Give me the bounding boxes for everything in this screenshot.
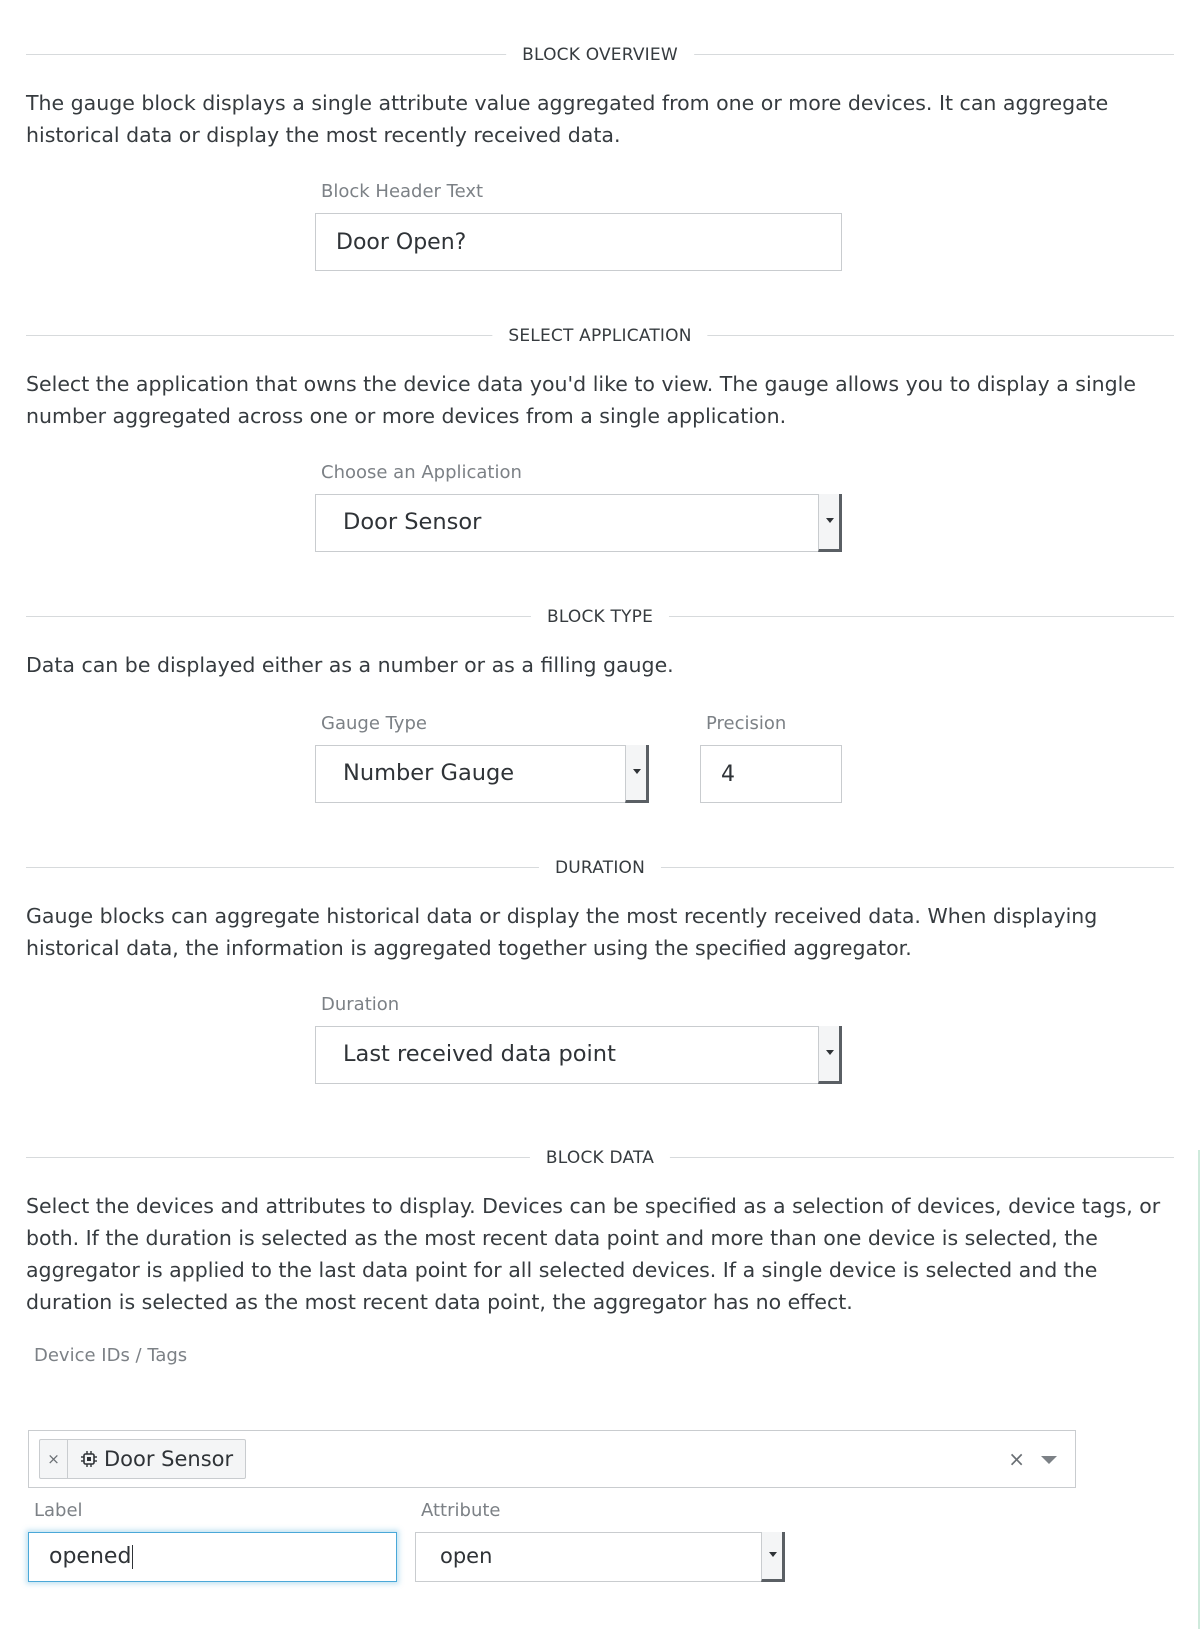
application-select[interactable]: Door Sensor (315, 494, 842, 552)
device-tags-input[interactable]: × Door Sensor × (28, 1430, 1076, 1488)
attribute-label: Attribute (421, 1500, 501, 1521)
section-divider-block-type: BLOCK TYPE (26, 604, 1174, 630)
select-arrow-button[interactable] (761, 1532, 785, 1582)
tag-remove-button[interactable]: × (40, 1440, 68, 1478)
label-input-value: opened (49, 1544, 132, 1569)
label-field-label: Label (34, 1500, 83, 1521)
overview-description: The gauge block displays a single attrib… (26, 91, 1109, 147)
section-divider-duration: DURATION (26, 855, 1174, 881)
gauge-type-select-value: Number Gauge (343, 760, 515, 786)
application-description: Select the application that owns the dev… (26, 372, 1136, 428)
application-select-value: Door Sensor (343, 509, 482, 535)
block-header-text-label: Block Header Text (321, 181, 484, 202)
attribute-select-value: open (440, 1544, 493, 1568)
gauge-type-label: Gauge Type (321, 713, 427, 734)
precision-input[interactable] (700, 745, 842, 803)
select-arrow-button[interactable] (818, 494, 842, 552)
section-title-block-data: BLOCK DATA (529, 1145, 671, 1171)
label-input[interactable]: opened (28, 1532, 397, 1582)
chip-icon (80, 1450, 98, 1468)
section-title-application: SELECT APPLICATION (492, 323, 708, 349)
section-divider-application: SELECT APPLICATION (26, 323, 1174, 349)
choose-application-label: Choose an Application (321, 462, 522, 483)
duration-label: Duration (321, 994, 400, 1015)
caret-down-icon (769, 1552, 777, 1557)
caret-down-icon (826, 1050, 834, 1055)
select-arrow-button[interactable] (625, 745, 649, 803)
block-type-description: Data can be displayed either as a number… (26, 653, 674, 677)
device-tag-chip: × Door Sensor (39, 1439, 247, 1479)
caret-down-icon (633, 769, 641, 774)
section-divider-block-data: BLOCK DATA (26, 1145, 1174, 1171)
section-title-duration: DURATION (538, 855, 662, 881)
block-data-description: Select the devices and attributes to dis… (26, 1194, 1161, 1314)
duration-select-value: Last received data point (343, 1041, 616, 1067)
section-divider-overview: BLOCK OVERVIEW (26, 42, 1174, 68)
section-title-block-type: BLOCK TYPE (530, 604, 670, 630)
precision-label: Precision (706, 713, 787, 734)
text-cursor (132, 1545, 134, 1569)
duration-description: Gauge blocks can aggregate historical da… (26, 904, 1098, 960)
clear-all-icon[interactable]: × (1008, 1447, 1025, 1471)
block-header-text-input[interactable] (315, 213, 842, 271)
device-tag-label: Door Sensor (104, 1447, 234, 1471)
chevron-down-icon[interactable] (1041, 1456, 1057, 1464)
caret-down-icon (826, 518, 834, 523)
duration-select[interactable]: Last received data point (315, 1026, 842, 1084)
device-ids-tags-label: Device IDs / Tags (34, 1345, 188, 1366)
section-title-overview: BLOCK OVERVIEW (506, 42, 694, 68)
attribute-select[interactable]: open (415, 1532, 785, 1582)
select-arrow-button[interactable] (818, 1026, 842, 1084)
gauge-type-select[interactable]: Number Gauge (315, 745, 649, 803)
